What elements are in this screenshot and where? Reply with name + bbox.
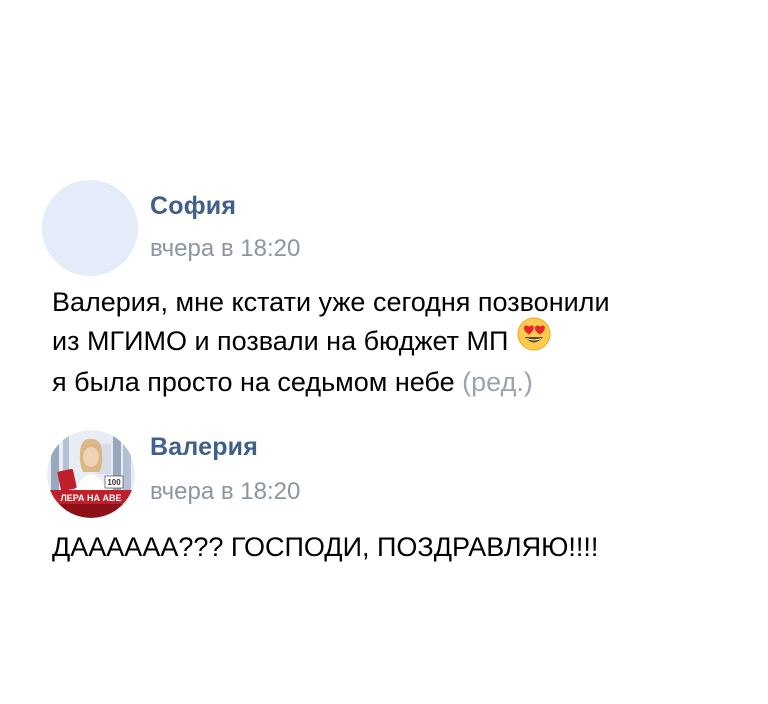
edited-label[interactable]: (ред.) (462, 367, 533, 397)
author-name[interactable]: Валерия (150, 433, 258, 462)
avatar[interactable]: 100 ЛЕРА НА АВЕ (47, 430, 135, 518)
author-name[interactable]: София (150, 192, 236, 221)
comment-line: из МГИМО и позвали на бюджет МП (52, 317, 610, 363)
avatar-banner-text: ЛЕРА НА АВЕ (60, 493, 121, 503)
heart-eyes-emoji-icon (516, 316, 552, 363)
timestamp[interactable]: вчера в 18:20 (150, 478, 300, 506)
comment-text: Валерия, мне кстати уже сегодня позвонил… (52, 283, 610, 402)
comment-line-text: из МГИМО и позвали на бюджет МП (52, 326, 509, 356)
avatar-badge-text: 100 (107, 478, 121, 487)
timestamp[interactable]: вчера в 18:20 (150, 235, 300, 263)
avatar[interactable] (42, 180, 138, 276)
comment-line: я была просто на седьмом небе (ред.) (52, 363, 610, 402)
comment-line: ДАААААА??? ГОСПОДИ, ПОЗДРАВЛЯЮ!!!! (52, 532, 599, 562)
comment-text: ДАААААА??? ГОСПОДИ, ПОЗДРАВЛЯЮ!!!! (52, 528, 598, 567)
comments-thread: София вчера в 18:20 Валерия, мне кстати … (0, 0, 768, 704)
comment-line-text: я была просто на седьмом небе (52, 367, 455, 398)
